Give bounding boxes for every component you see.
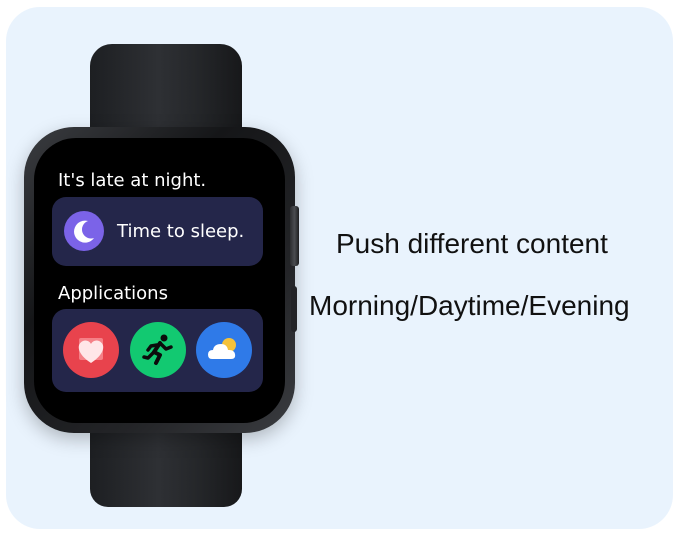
weather-app-button[interactable] <box>196 322 252 378</box>
weather-icon <box>208 338 236 359</box>
moon-icon: z <box>64 211 104 251</box>
applications-heading: Applications <box>58 283 168 304</box>
promo-subline: Morning/Daytime/Evening <box>309 290 630 321</box>
watch-strap-top <box>90 44 242 140</box>
watch-side-button <box>291 286 297 332</box>
greeting-text: It's late at night. <box>58 170 207 191</box>
running-icon <box>142 334 173 365</box>
watch-crown <box>290 206 299 266</box>
heart-icon <box>78 338 104 363</box>
applications-card <box>52 309 263 392</box>
promo-headline: Push different content <box>336 228 608 259</box>
sleep-reminder-card[interactable]: z Time to sleep. <box>52 197 263 266</box>
workout-app-button[interactable] <box>130 322 186 378</box>
svg-text:z: z <box>86 223 90 231</box>
sleep-prompt-text: Time to sleep. <box>117 221 245 242</box>
heart-app-button[interactable] <box>63 322 119 378</box>
